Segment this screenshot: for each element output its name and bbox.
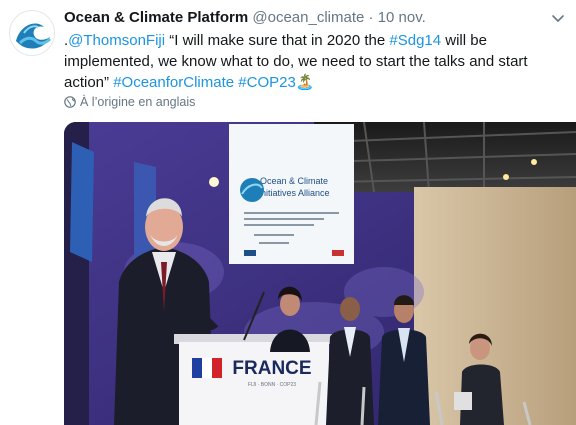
wave-logo-icon bbox=[11, 12, 54, 55]
hashtag-oceanforclimate-link[interactable]: #OceanforClimate bbox=[113, 74, 234, 91]
island-emoji-icon: 🏝️ bbox=[295, 74, 315, 91]
projection-screen: Ocean & Climate Initiatives Alliance bbox=[229, 124, 354, 264]
conference-scene-image: Ocean & Climate Initiatives Alliance FRA… bbox=[64, 122, 576, 425]
quote-part-1: “I will make sure that in 2020 the bbox=[165, 32, 390, 49]
author-handle[interactable]: @ocean_climate bbox=[252, 9, 364, 26]
author-name[interactable]: Ocean & Climate Platform bbox=[64, 9, 248, 26]
translation-note[interactable]: À l’origine en anglais bbox=[64, 95, 195, 109]
separator-dot: · bbox=[368, 9, 374, 26]
translation-label: À l’origine en anglais bbox=[80, 95, 196, 109]
mention-link[interactable]: @ThomsonFiji bbox=[68, 32, 165, 49]
tweet-header: Ocean & Climate Platform @ocean_climate … bbox=[64, 9, 546, 27]
tweet-photo[interactable]: Ocean & Climate Initiatives Alliance FRA… bbox=[64, 122, 576, 425]
screen-title-line2: Initiatives Alliance bbox=[258, 188, 329, 198]
hashtag-cop23-link[interactable]: #COP23 bbox=[238, 74, 296, 91]
podium-france-text: FRANCE bbox=[232, 358, 311, 379]
screen-title-line1: Ocean & Climate bbox=[260, 176, 328, 186]
podium-subtext: FIJI · BONN · COP23 bbox=[248, 382, 296, 388]
hashtag-sdg14-link[interactable]: #Sdg14 bbox=[389, 32, 441, 49]
globe-icon bbox=[64, 96, 76, 108]
author-avatar[interactable] bbox=[9, 10, 55, 56]
tweet-timestamp[interactable]: 10 nov. bbox=[378, 9, 426, 26]
tweet-text: .@ThomsonFiji “I will make sure that in … bbox=[64, 30, 564, 93]
chevron-down-icon[interactable] bbox=[550, 10, 566, 26]
